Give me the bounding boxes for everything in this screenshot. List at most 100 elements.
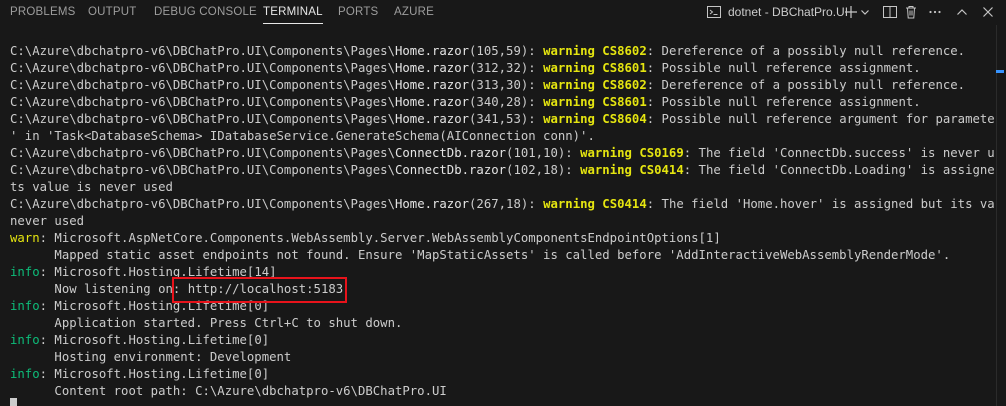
tab-debug-console[interactable]: DEBUG CONSOLE bbox=[154, 0, 257, 25]
terminal-text-segment: C:\Azure\dbchatpro-v6\DBChatPro.UI\Compo… bbox=[10, 112, 395, 126]
terminal-text-segment: : Microsoft.Hosting.Lifetime[0] bbox=[39, 333, 270, 347]
tab-problems[interactable]: PROBLEMS bbox=[10, 0, 76, 25]
terminal-text-segment: : The field 'ConnectDb.Loading' is assig… bbox=[683, 163, 995, 177]
terminal-text-segment: : Microsoft.Hosting.Lifetime[0] bbox=[39, 299, 270, 313]
terminal-line: C:\Azure\dbchatpro-v6\DBChatPro.UI\Compo… bbox=[10, 196, 995, 213]
tab-ports[interactable]: PORTS bbox=[338, 0, 378, 25]
terminal-line: info: Microsoft.Hosting.Lifetime[14] bbox=[10, 264, 995, 281]
terminal-line: ' in 'Task<DatabaseSchema> IDatabaseServ… bbox=[10, 128, 995, 145]
terminal-line: ts value is never used bbox=[10, 179, 995, 196]
terminal-text-segment: C:\Azure\dbchatpro-v6\DBChatPro.UI\Compo… bbox=[10, 61, 395, 75]
trash-icon[interactable] bbox=[903, 4, 919, 20]
terminal-text-segment: C:\Azure\dbchatpro-v6\DBChatPro.UI\Compo… bbox=[10, 44, 395, 58]
terminal-line: C:\Azure\dbchatpro-v6\DBChatPro.UI\Compo… bbox=[10, 162, 995, 179]
terminal-output[interactable]: C:\Azure\dbchatpro-v6\DBChatPro.UI\Compo… bbox=[10, 43, 995, 400]
terminal-line: Content root path: C:\Azure\dbchatpro-v6… bbox=[10, 383, 995, 400]
tab-azure[interactable]: AZURE bbox=[394, 0, 434, 25]
terminal-text-segment: info bbox=[10, 333, 40, 347]
terminal-text-segment: : Dereference of a possibly null referen… bbox=[646, 44, 966, 58]
terminal-text-segment: (102,18): bbox=[506, 163, 581, 177]
plus-icon[interactable] bbox=[843, 4, 859, 20]
maximize-icon[interactable] bbox=[954, 4, 970, 20]
terminal-text-segment: Home.razor bbox=[394, 61, 470, 75]
terminal-text-segment: info bbox=[10, 265, 40, 279]
terminal-icon bbox=[706, 4, 722, 20]
terminal-line: Now listening on: http://localhost:5183 bbox=[10, 281, 995, 298]
terminal-cursor bbox=[10, 398, 17, 406]
terminal-text-segment: C:\Azure\dbchatpro-v6\DBChatPro.UI\Compo… bbox=[10, 197, 395, 211]
terminal-instance-label[interactable]: dotnet - DBChatPro.UI bbox=[728, 0, 848, 25]
terminal-text-segment: info bbox=[10, 299, 40, 313]
terminal-line: C:\Azure\dbchatpro-v6\DBChatPro.UI\Compo… bbox=[10, 43, 995, 60]
terminal-line: info: Microsoft.Hosting.Lifetime[0] bbox=[10, 366, 995, 383]
terminal-text-segment: : Possible null reference assignment. bbox=[646, 61, 921, 75]
terminal-text-segment: C:\Azure\dbchatpro-v6\DBChatPro.UI\Compo… bbox=[10, 146, 395, 160]
terminal-panel: PROBLEMS OUTPUT DEBUG CONSOLE TERMINAL P… bbox=[0, 0, 1006, 406]
terminal-text-segment: Hosting environment: Development bbox=[10, 350, 292, 364]
terminal-text-segment: Home.razor bbox=[394, 197, 470, 211]
terminal-text-segment: warning CS8602 bbox=[543, 44, 647, 58]
terminal-line: never used bbox=[10, 213, 995, 230]
terminal-text-segment: (105,59): bbox=[469, 44, 544, 58]
tab-terminal[interactable]: TERMINAL bbox=[263, 0, 323, 25]
terminal-line: info: Microsoft.Hosting.Lifetime[0] bbox=[10, 332, 995, 349]
terminal-text-segment: (313,30): bbox=[469, 78, 544, 92]
terminal-text-segment: : Microsoft.AspNetCore.Components.WebAss… bbox=[39, 231, 721, 245]
tab-output[interactable]: OUTPUT bbox=[88, 0, 136, 25]
terminal-line: C:\Azure\dbchatpro-v6\DBChatPro.UI\Compo… bbox=[10, 94, 995, 111]
terminal-text-segment: : Possible null reference assignment. bbox=[646, 95, 921, 109]
terminal-text-segment: : The field 'Home.hover' is assigned but… bbox=[646, 197, 995, 211]
terminal-line: C:\Azure\dbchatpro-v6\DBChatPro.UI\Compo… bbox=[10, 60, 995, 77]
terminal-text-segment: http://localhost:5183 bbox=[187, 282, 344, 296]
terminal-text-segment: Now listening on: bbox=[10, 282, 188, 296]
chevron-down-icon[interactable] bbox=[859, 4, 871, 20]
scrollbar-marker bbox=[996, 70, 1004, 73]
terminal-text-segment: Home.razor bbox=[394, 95, 470, 109]
terminal-text-segment: Application started. Press Ctrl+C to shu… bbox=[10, 316, 403, 330]
terminal-text-segment: : Microsoft.Hosting.Lifetime[14] bbox=[39, 265, 277, 279]
terminal-text-segment: warn bbox=[10, 231, 40, 245]
terminal-text-segment: : Dereference of a possibly null referen… bbox=[646, 78, 966, 92]
terminal-text-segment: : Possible null reference argument for p… bbox=[646, 112, 995, 126]
terminal-text-segment: : Microsoft.Hosting.Lifetime[0] bbox=[39, 367, 270, 381]
terminal-text-segment: ConnectDb.razor bbox=[394, 163, 507, 177]
split-icon[interactable] bbox=[882, 4, 898, 20]
terminal-line: warn: Microsoft.AspNetCore.Components.We… bbox=[10, 230, 995, 247]
terminal-text-segment: warning CS0414 bbox=[543, 197, 647, 211]
terminal-line: Hosting environment: Development bbox=[10, 349, 995, 366]
panel-tab-bar: PROBLEMS OUTPUT DEBUG CONSOLE TERMINAL P… bbox=[0, 0, 1006, 25]
terminal-text-segment: warning CS8604 bbox=[543, 112, 647, 126]
terminal-text-segment: Mapped static asset endpoints not found.… bbox=[10, 248, 951, 262]
close-icon[interactable] bbox=[980, 4, 996, 20]
terminal-line: C:\Azure\dbchatpro-v6\DBChatPro.UI\Compo… bbox=[10, 111, 995, 128]
terminal-text-segment: C:\Azure\dbchatpro-v6\DBChatPro.UI\Compo… bbox=[10, 95, 395, 109]
terminal-text-segment: Content root path: C:\Azure\dbchatpro-v6… bbox=[10, 384, 447, 398]
terminal-text-segment: never used bbox=[10, 214, 85, 228]
terminal-line: info: Microsoft.Hosting.Lifetime[0] bbox=[10, 298, 995, 315]
terminal-text-segment: (312,32): bbox=[469, 61, 544, 75]
terminal-text-segment: (267,18): bbox=[469, 197, 544, 211]
terminal-line: Mapped static asset endpoints not found.… bbox=[10, 247, 995, 264]
terminal-text-segment: Home.razor bbox=[394, 78, 470, 92]
terminal-text-segment: warning CS8601 bbox=[543, 61, 647, 75]
terminal-text-segment: Home.razor bbox=[394, 44, 470, 58]
terminal-text-segment: warning CS8602 bbox=[543, 78, 647, 92]
terminal-text-segment: C:\Azure\dbchatpro-v6\DBChatPro.UI\Compo… bbox=[10, 163, 395, 177]
terminal-text-segment: warning CS0414 bbox=[580, 163, 684, 177]
scrollbar-track[interactable] bbox=[996, 25, 997, 406]
terminal-text-segment: (101,10): bbox=[506, 146, 581, 160]
ellipsis-icon[interactable] bbox=[927, 4, 943, 20]
terminal-text-segment: warning CS8601 bbox=[543, 95, 647, 109]
terminal-text-segment: Home.razor bbox=[394, 112, 470, 126]
terminal-text-segment: ConnectDb.razor bbox=[394, 146, 507, 160]
terminal-text-segment: (341,53): bbox=[469, 112, 544, 126]
terminal-line: C:\Azure\dbchatpro-v6\DBChatPro.UI\Compo… bbox=[10, 77, 995, 94]
terminal-text-segment: C:\Azure\dbchatpro-v6\DBChatPro.UI\Compo… bbox=[10, 78, 395, 92]
terminal-line: C:\Azure\dbchatpro-v6\DBChatPro.UI\Compo… bbox=[10, 145, 995, 162]
terminal-line: Application started. Press Ctrl+C to shu… bbox=[10, 315, 995, 332]
terminal-text-segment: : The field 'ConnectDb.success' is never… bbox=[683, 146, 995, 160]
terminal-text-segment: (340,28): bbox=[469, 95, 544, 109]
terminal-text-segment: warning CS0169 bbox=[580, 146, 684, 160]
terminal-text-segment: info bbox=[10, 367, 40, 381]
terminal-text-segment: ts value is never used bbox=[10, 180, 173, 194]
